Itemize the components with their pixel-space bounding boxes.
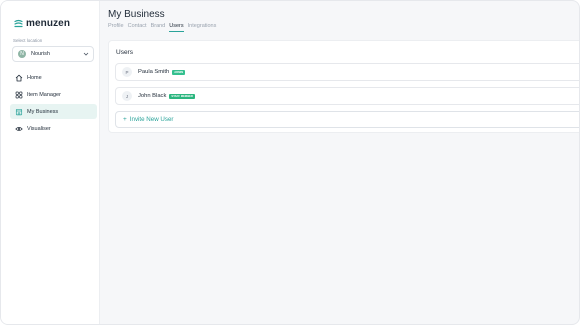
tab-contact[interactable]: Contact [128,23,147,32]
role-badge: ADMIN [172,69,186,75]
tab-users[interactable]: Users [169,23,184,32]
sidebar-item-label: Item Manager [27,91,61,98]
tab-brand[interactable]: Brand [151,23,166,32]
avatar: J [122,91,132,101]
location-label: Select location [13,38,43,43]
tab-integrations[interactable]: Integrations [188,23,217,32]
store-icon [15,108,23,116]
users-panel: Users P Paula Smith ADMIN J John Black S… [108,40,579,133]
brand-logo[interactable]: menuzen [14,18,70,29]
menuzen-logo-icon [14,19,23,28]
app-window: menuzen Select location N Nourish Home I… [0,0,580,325]
brand-name: menuzen [26,18,71,29]
user-row[interactable]: P Paula Smith ADMIN [115,63,579,81]
location-avatar: N [18,50,26,58]
grid-icon [15,91,23,99]
sidebar-item-visualiser[interactable]: Visualiser [10,121,97,136]
sidebar-nav: Home Item Manager My Business Visualiser [10,70,97,138]
sidebar-item-my-business[interactable]: My Business [10,104,97,119]
user-row[interactable]: J John Black STAFF MEMBER [115,87,579,105]
chevron-down-icon [83,51,89,59]
sidebar: menuzen Select location N Nourish Home I… [1,1,100,324]
role-badge: STAFF MEMBER [169,93,195,99]
tab-bar: Profile Contact Brand Users Integrations [108,23,216,32]
tab-profile[interactable]: Profile [108,23,124,32]
sidebar-item-label: Home [27,74,42,81]
location-value: Nourish [31,51,50,57]
location-select[interactable]: N Nourish [12,46,94,62]
invite-user-label: Invite New User [129,116,174,123]
page-title: My Business [108,9,165,20]
plus-icon: + [123,116,127,123]
user-name: John Black [138,93,167,99]
eye-icon [15,125,23,133]
user-name: Paula Smith [138,69,170,75]
users-panel-title: Users [116,49,133,56]
avatar: P [122,67,132,77]
home-icon [15,74,23,82]
sidebar-item-label: My Business [27,108,59,115]
sidebar-item-item-manager[interactable]: Item Manager [10,87,97,102]
sidebar-item-home[interactable]: Home [10,70,97,85]
sidebar-item-label: Visualiser [27,125,51,132]
invite-user-button[interactable]: + Invite New User [115,111,579,128]
